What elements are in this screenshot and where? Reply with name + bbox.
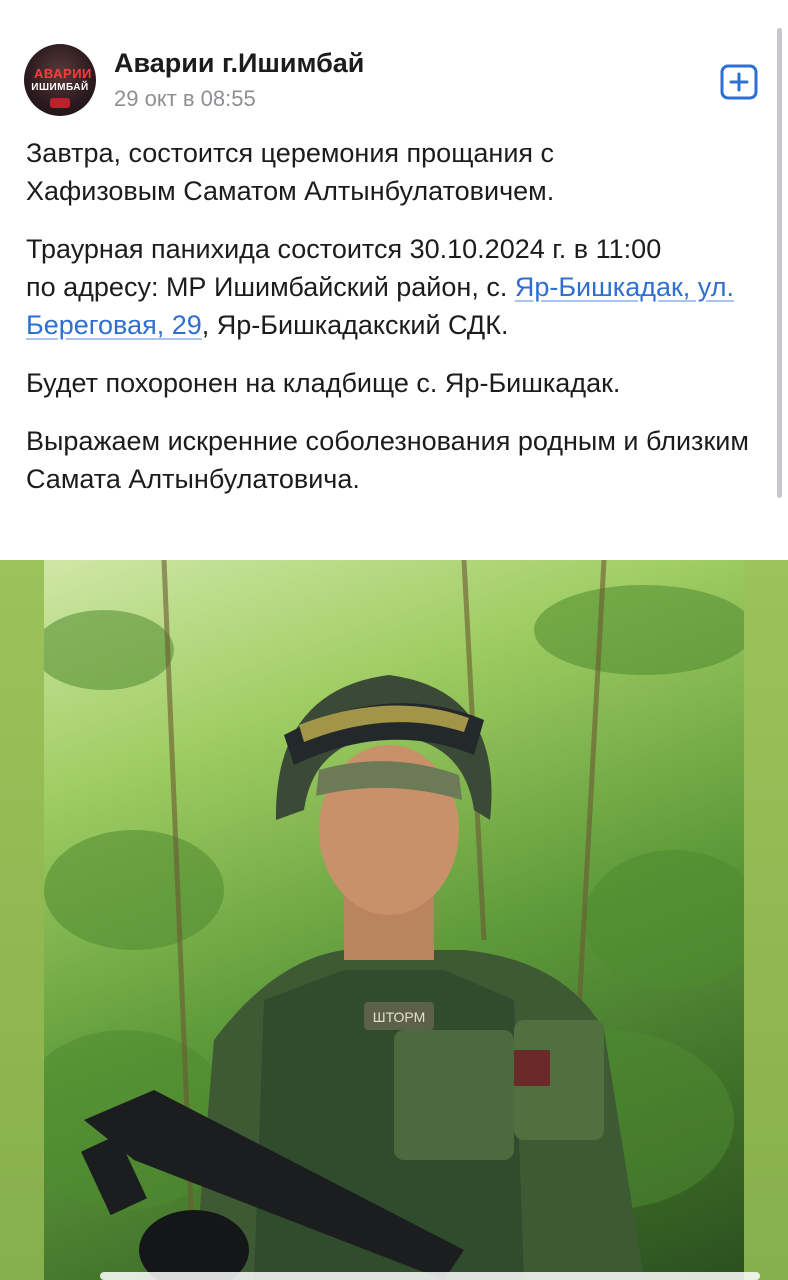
paragraph-farewell: Завтра, состоится церемония прощания с Х… [26, 134, 766, 210]
farewell-line-2: Хафизовым Саматом Алтынбулатовичем. [26, 176, 555, 206]
scrollbar[interactable] [777, 28, 782, 498]
avatar-text-top: АВАРИИ [34, 66, 92, 81]
post-text: Завтра, состоится церемония прощания с Х… [26, 134, 766, 518]
burial-text: Будет похоронен на кладбище с. Яр-Бишкад… [26, 368, 621, 398]
author-name[interactable]: Аварии г.Ишимбай [114, 48, 364, 79]
post-header: АВАРИИ ИШИМБАЙ Аварии г.Ишимбай 29 окт в… [0, 40, 788, 120]
add-button[interactable] [720, 64, 758, 100]
status-area [0, 0, 788, 20]
avatar[interactable]: АВАРИИ ИШИМБАЙ [24, 44, 96, 116]
service-address-prefix: по адресу: МР Ишимбайский район, с. [26, 272, 515, 302]
post-photo[interactable]: ШТОРМ [0, 560, 788, 1280]
service-line-1: Траурная панихида состоится 30.10.2024 г… [26, 234, 662, 264]
paragraph-service: Траурная панихида состоится 30.10.2024 г… [26, 230, 766, 344]
service-address-suffix: , Яр-Бишкадакский СДК. [201, 310, 509, 340]
photo-image: ШТОРМ [44, 560, 744, 1280]
avatar-stop-badge [50, 98, 70, 108]
farewell-line-1: Завтра, состоится церемония прощания с [26, 138, 555, 168]
vest-patch-text: ШТОРМ [373, 1009, 426, 1025]
condolences-text: Выражаем искренние соболезнования родным… [26, 426, 749, 494]
plus-square-icon [720, 64, 758, 100]
soldier-portrait-illustration: ШТОРМ [44, 560, 744, 1280]
avatar-text-bottom: ИШИМБАЙ [31, 82, 89, 93]
home-indicator [100, 1272, 760, 1280]
post-date: 29 окт в 08:55 [114, 86, 256, 111]
paragraph-burial: Будет похоронен на кладбище с. Яр-Бишкад… [26, 364, 766, 402]
paragraph-condolences: Выражаем искренние соболезнования родным… [26, 422, 766, 498]
